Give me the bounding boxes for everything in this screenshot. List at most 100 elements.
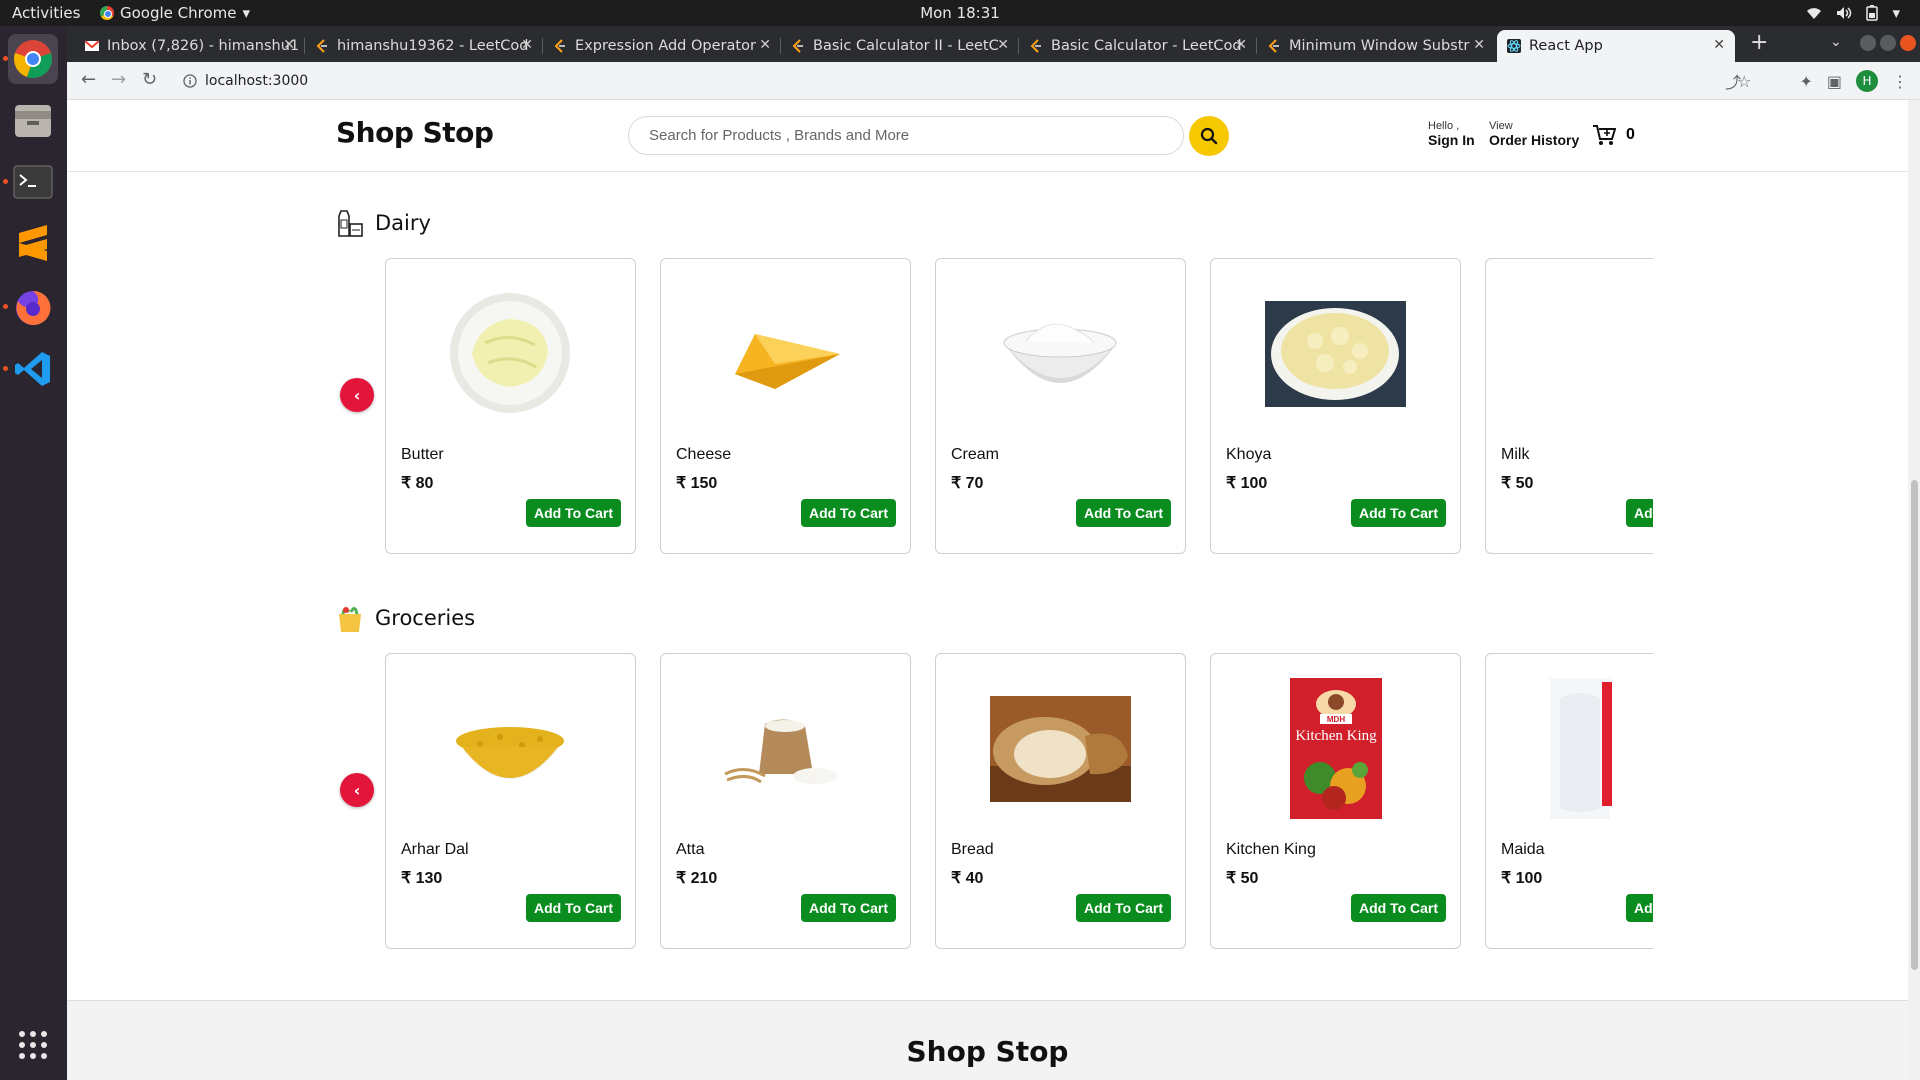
- add-to-cart-button[interactable]: Add To Cart: [1626, 499, 1653, 527]
- carousel-prev-button[interactable]: ‹: [340, 378, 374, 412]
- forward-icon[interactable]: →: [111, 69, 126, 90]
- product-card: MDH Kitchen King Kitchen King ₹ 50 Add To…: [1210, 653, 1461, 949]
- address-bar[interactable]: localhost:3000: [175, 66, 1855, 96]
- reload-icon[interactable]: ↻: [142, 69, 157, 90]
- product-card: Cream ₹ 70 Add To Cart: [935, 258, 1186, 554]
- tab-expression-add-operators[interactable]: Expression Add Operator ✕: [543, 30, 781, 62]
- product-name: Kitchen King: [1226, 841, 1316, 858]
- menu-kebab-icon[interactable]: ⋮: [1892, 72, 1908, 91]
- search-button[interactable]: [1189, 116, 1229, 156]
- maximize-button[interactable]: [1880, 35, 1896, 51]
- add-to-cart-button[interactable]: Add To Cart: [526, 499, 621, 527]
- tab-leetcode-profile[interactable]: himanshu19362 - LeetCod ✕: [305, 30, 543, 62]
- add-to-cart-button[interactable]: Add To Cart: [1351, 894, 1446, 922]
- dock-terminal[interactable]: [8, 157, 58, 207]
- firefox-icon: [16, 290, 51, 325]
- close-icon[interactable]: ✕: [997, 37, 1009, 53]
- product-image-cheese: [715, 283, 856, 424]
- svg-text:MDH: MDH: [1326, 715, 1344, 724]
- clock[interactable]: Mon 18:31: [0, 4, 1920, 22]
- profile-avatar[interactable]: H: [1856, 70, 1878, 92]
- groceries-bag-icon: [339, 607, 361, 632]
- dock-sublime[interactable]: [8, 220, 58, 270]
- add-to-cart-button[interactable]: Add To Cart: [1076, 499, 1171, 527]
- system-tray[interactable]: ▾: [1806, 4, 1900, 22]
- add-to-cart-button[interactable]: Add To Cart: [801, 499, 896, 527]
- product-image-bread: [990, 678, 1131, 819]
- section-title-label: Dairy: [375, 211, 431, 235]
- product-name: Atta: [676, 841, 705, 858]
- back-icon[interactable]: ←: [81, 69, 96, 90]
- add-to-cart-button[interactable]: Add To Cart: [1351, 499, 1446, 527]
- tab-label: Basic Calculator - LeetCod: [1051, 38, 1242, 54]
- product-image-kitchen-king: MDH Kitchen King: [1265, 678, 1406, 819]
- close-icon[interactable]: ✕: [1235, 37, 1247, 53]
- footer-logo: Shop Stop: [906, 1035, 1069, 1068]
- product-image-khoya: [1265, 283, 1406, 424]
- close-icon[interactable]: ✕: [1713, 37, 1725, 53]
- add-to-cart-button[interactable]: Add To Cart: [1626, 894, 1653, 922]
- tab-basic-calculator[interactable]: Basic Calculator - LeetCod ✕: [1019, 30, 1257, 62]
- close-icon[interactable]: ✕: [521, 37, 533, 53]
- cart-button[interactable]: 0: [1592, 124, 1635, 146]
- tab-label: Minimum Window Substr: [1289, 38, 1470, 54]
- product-price: ₹ 70: [951, 475, 984, 492]
- svg-text:Kitchen King: Kitchen King: [1295, 728, 1377, 744]
- order-history-link[interactable]: View Order History: [1489, 120, 1579, 148]
- gmail-icon: [85, 40, 99, 51]
- product-carousel-dairy: Butter ₹ 80 Add To Cart Cheese ₹ 150 Add…: [385, 258, 1653, 554]
- tab-label: Expression Add Operator: [575, 38, 756, 54]
- dock-vscode[interactable]: [8, 344, 58, 394]
- chevron-left-icon: ‹: [353, 780, 361, 800]
- page-scrollbar[interactable]: [1908, 100, 1920, 1080]
- tab-label: himanshu19362 - LeetCod: [337, 38, 529, 54]
- product-price: ₹ 150: [676, 475, 718, 492]
- tab-label: Basic Calculator II - LeetC: [813, 38, 999, 54]
- search-input[interactable]: [629, 117, 1183, 154]
- tab-minimum-window-substring[interactable]: Minimum Window Substr ✕: [1257, 30, 1495, 62]
- site-info-icon[interactable]: [183, 74, 197, 88]
- minimize-button[interactable]: [1860, 35, 1876, 51]
- close-window-button[interactable]: [1900, 35, 1916, 51]
- url-text: localhost:3000: [205, 73, 309, 89]
- tab-gmail[interactable]: Inbox (7,826) - himanshu1 ✕: [75, 30, 305, 62]
- running-indicator: [3, 179, 8, 184]
- new-tab-button[interactable]: +: [1750, 30, 1768, 55]
- sign-in-link[interactable]: Hello , Sign In: [1428, 120, 1475, 148]
- tab-basic-calculator-ii[interactable]: Basic Calculator II - LeetC ✕: [781, 30, 1019, 62]
- product-image-maida: [1540, 678, 1653, 819]
- toolbar-actions: ⤴ ☆ ✦ ▣ H ⋮: [1725, 69, 1908, 93]
- dock-chrome[interactable]: [8, 34, 58, 84]
- close-icon[interactable]: ✕: [283, 37, 295, 53]
- bookmark-star-icon[interactable]: ☆: [1737, 72, 1751, 91]
- os-top-bar: Activities Google Chrome ▾ Mon 18:31 ▾: [0, 0, 1920, 26]
- product-name: Bread: [951, 841, 994, 858]
- section-title-groceries: Groceries: [335, 602, 475, 634]
- section-title-dairy: Dairy: [335, 208, 431, 238]
- cart-count: 0: [1626, 126, 1635, 143]
- product-card: Bread ₹ 40 Add To Cart: [935, 653, 1186, 949]
- hello-label: Hello ,: [1428, 120, 1460, 132]
- carousel-prev-button[interactable]: ‹: [340, 773, 374, 807]
- add-to-cart-button[interactable]: Add To Cart: [526, 894, 621, 922]
- extensions-icon[interactable]: ✦: [1799, 72, 1812, 91]
- tab-search-icon[interactable]: ⌄: [1830, 34, 1842, 50]
- add-to-cart-button[interactable]: Add To Cart: [801, 894, 896, 922]
- dock-files[interactable]: [8, 96, 58, 146]
- side-panel-icon[interactable]: ▣: [1827, 72, 1842, 91]
- product-price: ₹ 80: [401, 475, 434, 492]
- ubuntu-dock: [0, 26, 67, 1080]
- site-logo[interactable]: Shop Stop: [336, 116, 494, 149]
- dock-firefox[interactable]: [8, 282, 58, 332]
- close-icon[interactable]: ✕: [1473, 37, 1485, 53]
- show-applications[interactable]: [8, 1020, 58, 1070]
- add-to-cart-button[interactable]: Add To Cart: [1076, 894, 1171, 922]
- leetcode-icon: [1268, 39, 1279, 53]
- product-carousel-groceries: Arhar Dal ₹ 130 Add To Cart Atta ₹ 210 A…: [385, 653, 1653, 949]
- product-price: ₹ 50: [1501, 475, 1534, 492]
- scrollbar-thumb[interactable]: [1911, 480, 1918, 970]
- tab-react-app[interactable]: React App ✕: [1497, 30, 1735, 62]
- app-grid-icon: [19, 1031, 47, 1059]
- close-icon[interactable]: ✕: [759, 37, 771, 53]
- site-header: Shop Stop Hello , Sign In View Order His…: [67, 100, 1908, 172]
